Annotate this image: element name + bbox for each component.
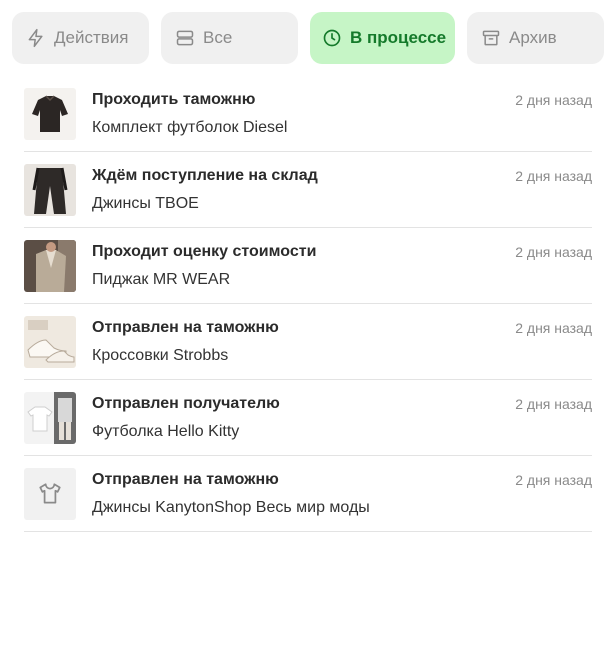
product-name: Кроссовки Strobbs bbox=[92, 347, 229, 364]
archive-icon bbox=[482, 30, 500, 46]
order-time: 2 дня назад bbox=[515, 244, 592, 260]
product-thumbnail-black-shirt bbox=[24, 88, 76, 140]
product-name: Комплект футболок Diesel bbox=[92, 119, 288, 136]
lightning-icon bbox=[28, 28, 43, 48]
tab-actions[interactable]: Действия bbox=[12, 12, 149, 64]
product-thumbnail-dark-trousers bbox=[24, 164, 76, 216]
order-row[interactable]: Ждём поступление на склад Джинсы TBOE 2 … bbox=[24, 152, 592, 228]
tab-all[interactable]: Все bbox=[161, 12, 298, 64]
order-row[interactable]: Отправлен получателю Футболка Hello Kitt… bbox=[24, 380, 592, 456]
product-name: Джинсы KanytonShop Весь мир моды bbox=[92, 499, 370, 516]
product-name: Пиджак MR WEAR bbox=[92, 271, 231, 288]
product-thumbnail-blazer bbox=[24, 240, 76, 292]
order-row[interactable]: Отправлен на таможню Джинсы KanytonShop … bbox=[24, 456, 592, 532]
product-thumbnail-white-tshirt bbox=[24, 392, 76, 444]
clock-icon bbox=[323, 29, 341, 47]
order-time: 2 дня назад bbox=[515, 472, 592, 488]
product-thumbnail-sneakers bbox=[24, 316, 76, 368]
order-row[interactable]: Проходит оценку стоимости Пиджак MR WEAR… bbox=[24, 228, 592, 304]
tab-archive[interactable]: Архив bbox=[467, 12, 604, 64]
order-status: Отправлен получателю bbox=[92, 395, 280, 412]
order-time: 2 дня назад bbox=[515, 92, 592, 108]
stack-icon bbox=[176, 30, 194, 46]
tab-label: В процессе bbox=[350, 28, 447, 47]
order-status: Ждём поступление на склад bbox=[92, 167, 318, 184]
product-name: Футболка Hello Kitty bbox=[92, 423, 240, 440]
tshirt-icon bbox=[39, 483, 61, 504]
order-time: 2 дня назад bbox=[515, 320, 592, 336]
order-status: Проходит оценку стоимости bbox=[92, 243, 317, 260]
product-name: Джинсы TBOE bbox=[92, 195, 199, 212]
order-status: Отправлен на таможню bbox=[92, 471, 279, 488]
order-row[interactable]: Отправлен на таможню Кроссовки Strobbs 2… bbox=[24, 304, 592, 380]
orders-list: Проходить таможню Комплект футболок Dies… bbox=[24, 76, 592, 532]
tab-in-progress[interactable]: В процессе bbox=[310, 12, 455, 64]
filter-tabs: Действия Все В процессе Архив bbox=[12, 12, 604, 64]
tab-label: Архив bbox=[509, 28, 557, 47]
product-thumbnail-placeholder bbox=[24, 468, 76, 520]
order-status: Проходить таможню bbox=[92, 91, 256, 108]
order-time: 2 дня назад bbox=[515, 168, 592, 184]
order-status: Отправлен на таможню bbox=[92, 319, 279, 336]
order-row[interactable]: Проходить таможню Комплект футболок Dies… bbox=[24, 76, 592, 152]
tab-label: Действия bbox=[54, 28, 129, 47]
tab-label: Все bbox=[203, 28, 233, 47]
order-time: 2 дня назад bbox=[515, 396, 592, 412]
